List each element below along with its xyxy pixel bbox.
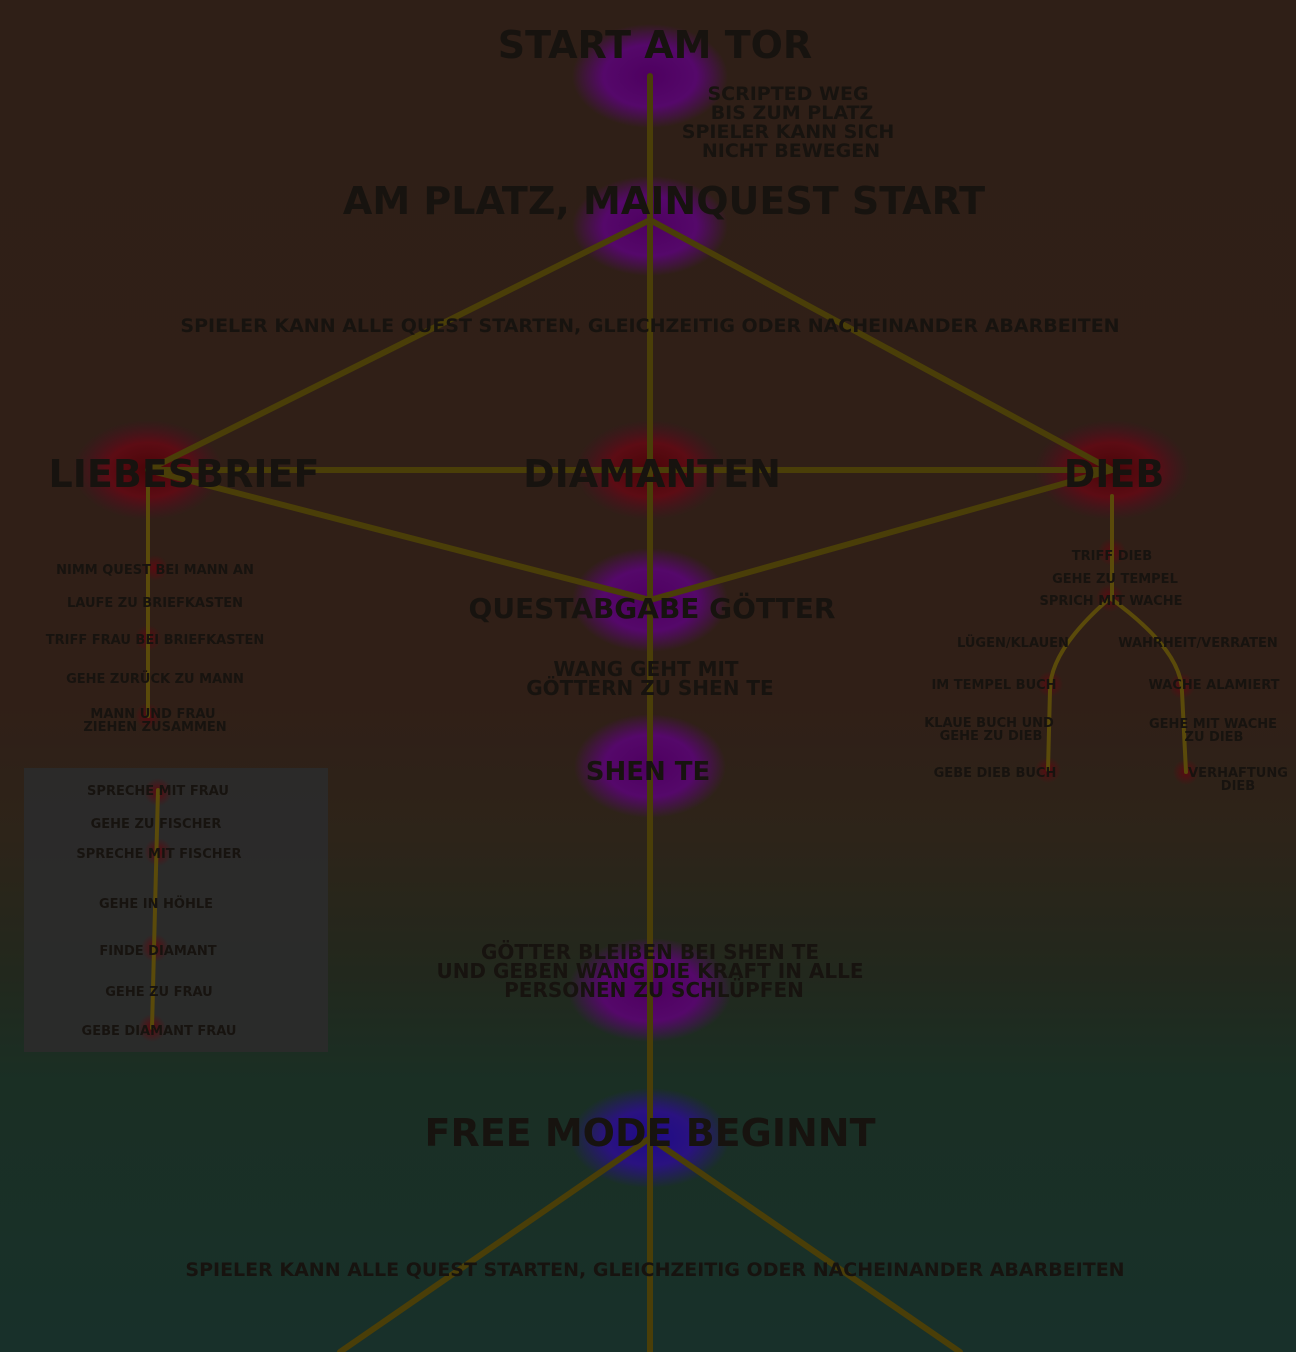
- diamanten-step-5: FINDE DIAMANT: [99, 944, 216, 959]
- dieb-left-step-2b: GEHE ZU DIEB: [940, 729, 1043, 744]
- diamanten-step-7: GEBE DIAMANT FRAU: [82, 1024, 237, 1039]
- parallel-note: SPIELER KANN ALLE QUEST STARTEN, GLEICHZ…: [180, 315, 1119, 337]
- dieb-step-2: GEHE ZU TEMPEL: [1052, 572, 1178, 587]
- shen-te-title: SHEN TE: [586, 757, 711, 787]
- diamanten-step-6: GEHE ZU FRAU: [105, 985, 212, 1000]
- dieb-title: DIEB: [1064, 452, 1165, 496]
- diamanten-step-2: GEHE ZU FISCHER: [91, 817, 222, 832]
- questabgabe-title: QUESTABGABE GÖTTER: [469, 591, 836, 625]
- gods-note-3: PERSONEN ZU SCHLÜPFEN: [504, 978, 804, 1002]
- start-title: START AM TOR: [498, 23, 812, 67]
- liebesbrief-title: LIEBESBRIEF: [49, 452, 320, 496]
- liebesbrief-final-2: ZIEHEN ZUSAMMEN: [83, 720, 226, 735]
- diamanten-step-1: SPRECHE MIT FRAU: [87, 784, 229, 799]
- diamanten-step-4: GEHE IN HÖHLE: [99, 896, 213, 912]
- dieb-left-step-3: GEBE DIEB BUCH: [934, 766, 1057, 781]
- diamanten-title: DIAMANTEN: [523, 452, 781, 496]
- liebesbrief-step-3: TRIFF FRAU BEI BRIEFKASTEN: [46, 633, 264, 648]
- dieb-right-step-2b: ZU DIEB: [1185, 730, 1244, 745]
- liebesbrief-step-4: GEHE ZURÜCK ZU MANN: [66, 671, 244, 687]
- liebesbrief-step-2: LAUFE ZU BRIEFKASTEN: [67, 596, 243, 611]
- scripted-note-4: NICHT BEWEGEN: [702, 140, 880, 162]
- wang-note-2: GÖTTERN ZU SHEN TE: [526, 676, 773, 700]
- dieb-left-step-1: IM TEMPEL BUCH: [931, 678, 1056, 693]
- free-mode-title: FREE MODE BEGINNT: [425, 1111, 876, 1155]
- dieb-step-3: SPRICH MIT WACHE: [1040, 594, 1183, 609]
- dieb-branch-right-label: WAHRHEIT/VERRATEN: [1118, 636, 1278, 651]
- dieb-branch-left-label: LÜGEN/KLAUEN: [957, 635, 1069, 651]
- quest-flow-diagram: START AM TOR SCRIPTED WEG BIS ZUM PLATZ …: [46, 23, 1288, 1352]
- dieb-right-step-3b: DIEB: [1221, 779, 1255, 794]
- dieb-right-step-1: WACHE ALAMIERT: [1149, 678, 1280, 693]
- liebesbrief-step-1: NIMM QUEST BEI MANN AN: [56, 563, 254, 578]
- dieb-step-1: TRIFF DIEB: [1072, 549, 1152, 564]
- diamanten-step-3: SPRECHE MIT FISCHER: [76, 847, 241, 862]
- mainquest-title: AM PLATZ, MAINQUEST START: [343, 179, 985, 223]
- parallel-note-2: SPIELER KANN ALLE QUEST STARTEN, GLEICHZ…: [185, 1259, 1124, 1281]
